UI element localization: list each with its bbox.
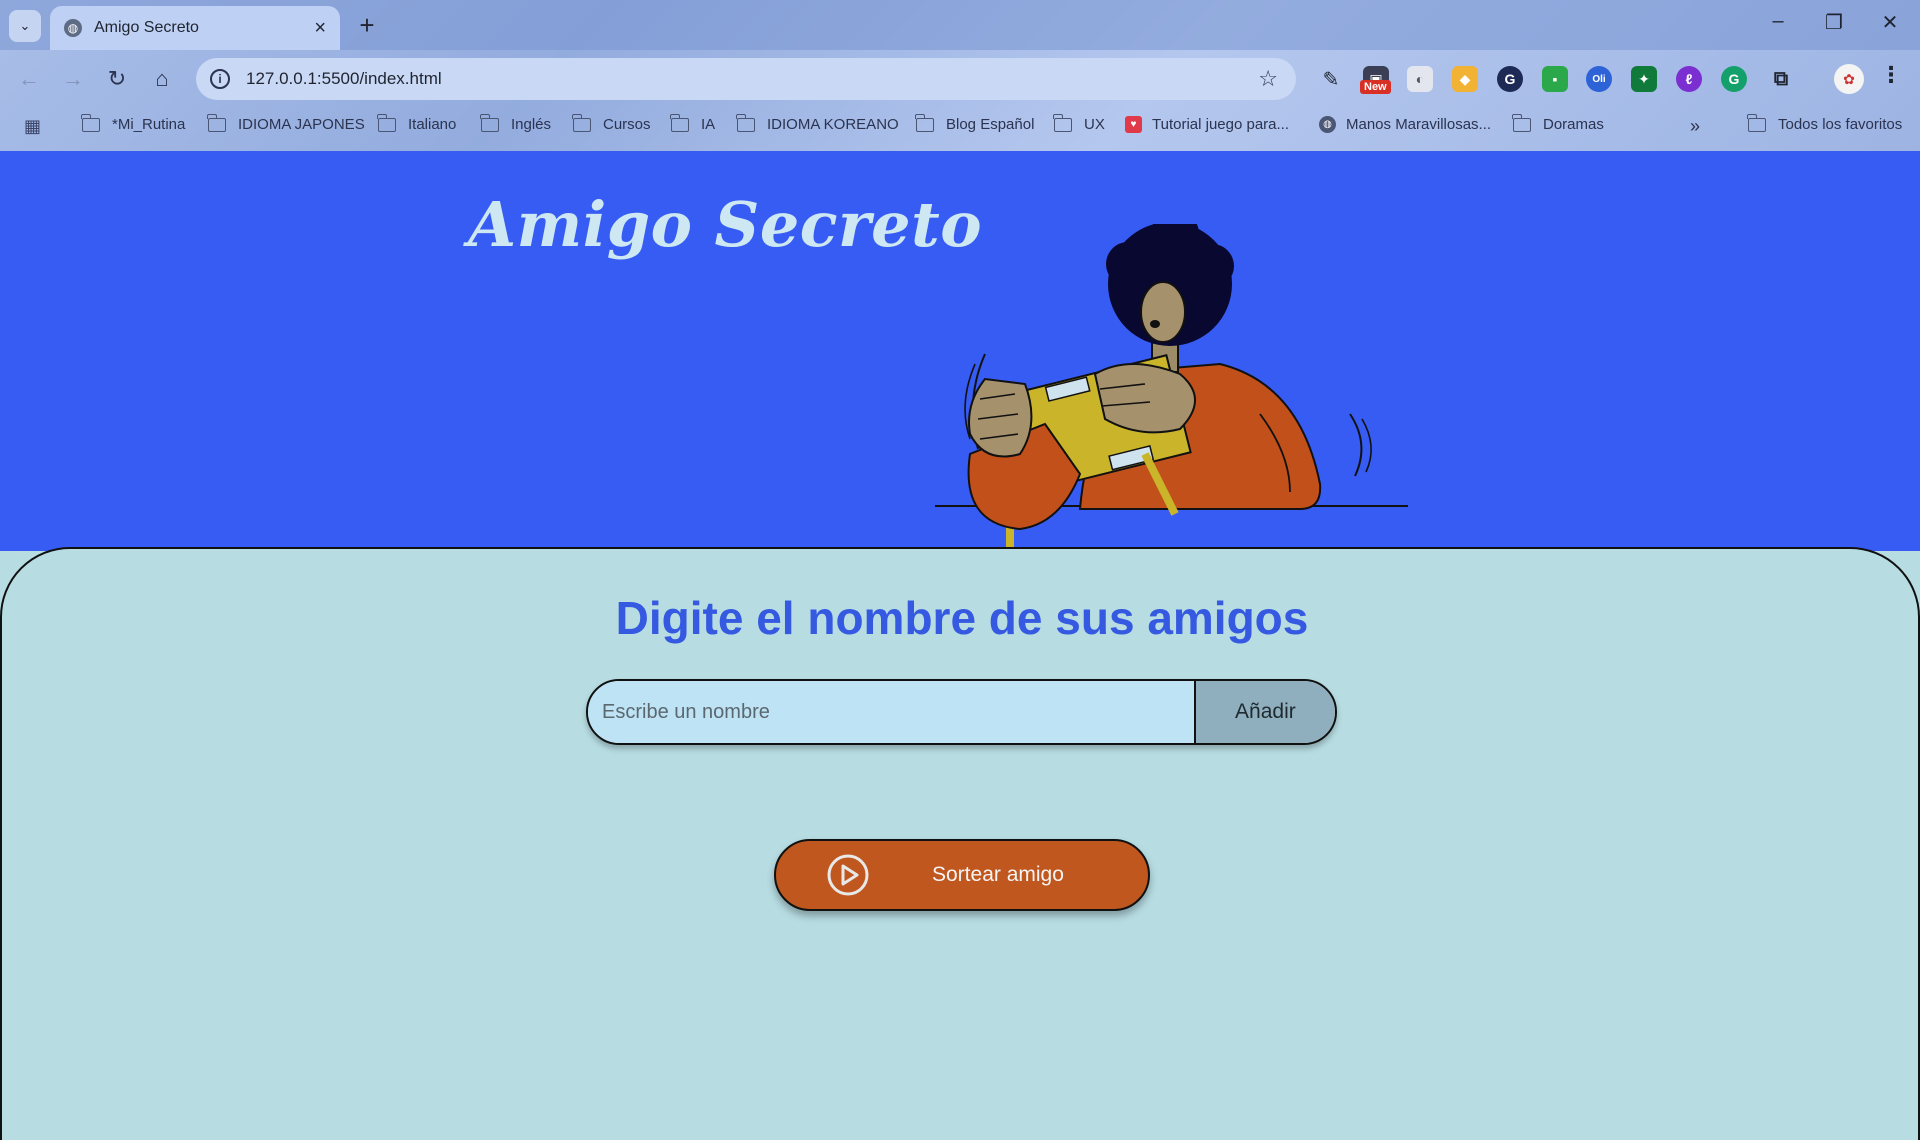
folder-icon [81, 113, 100, 132]
bookmarks-overflow-button[interactable]: » [1690, 116, 1700, 137]
bookmark-label: Italiano [408, 116, 457, 133]
folder-icon [670, 113, 689, 132]
add-friend-form: Añadir [586, 679, 1337, 745]
tab-search-button[interactable]: ⌄ [9, 10, 41, 42]
bookmark-item[interactable]: IDIOMA JAPONES [207, 113, 365, 133]
bookmark-item[interactable]: ◍ Manos Maravillosas... [1319, 116, 1491, 133]
globe-icon: ◍ [64, 19, 82, 37]
bookmark-label: UX [1084, 116, 1105, 133]
bookmark-item[interactable]: IA [670, 113, 716, 133]
apps-grid-icon[interactable]: ▦ [24, 116, 41, 137]
bookmark-item[interactable]: Blog Español [915, 113, 1035, 133]
extension-icon[interactable]: ✦ [1631, 66, 1657, 92]
minimize-button[interactable]: – [1758, 10, 1798, 33]
bookmark-label: Cursos [603, 116, 651, 133]
bookmark-label: IDIOMA JAPONES [238, 116, 365, 133]
add-button[interactable]: Añadir [1195, 681, 1335, 743]
extension-icon[interactable]: Oli [1586, 66, 1612, 92]
folder-icon [1053, 113, 1072, 132]
extension-icon[interactable]: ◐ [1407, 66, 1433, 92]
bookmark-item[interactable]: Inglés [480, 113, 552, 133]
profile-avatar[interactable]: ✿ [1834, 64, 1864, 94]
extension-icon[interactable]: ▪ [1542, 66, 1568, 92]
menu-kebab-icon[interactable]: ⋮ [1880, 62, 1902, 88]
extension-icon[interactable]: ℓ [1676, 66, 1702, 92]
bookmark-item[interactable]: Cursos [572, 113, 651, 133]
close-tab-icon[interactable]: × [314, 17, 326, 40]
bookmark-item[interactable]: Doramas [1512, 113, 1604, 133]
bookmark-item[interactable]: UX [1053, 113, 1105, 133]
bookmark-item[interactable]: *Mi_Rutina [81, 113, 186, 133]
folder-icon [207, 113, 226, 132]
bookmark-item[interactable]: IDIOMA KOREANO [736, 113, 899, 133]
new-tab-button[interactable]: + [352, 10, 382, 40]
heart-site-icon: ♥ [1125, 116, 1142, 133]
bookmark-item[interactable]: ♥ Tutorial juego para... [1125, 116, 1289, 133]
restore-button[interactable]: ❐ [1814, 10, 1854, 35]
extension-icon[interactable]: ◆ [1452, 66, 1478, 92]
toolbar: ← → ↻ ⌂ i 127.0.0.1:5500/index.html ☆ ✎ … [0, 50, 1920, 108]
folder-icon [572, 113, 591, 132]
folder-icon [1512, 113, 1531, 132]
draw-friend-button[interactable]: Sortear amigo [774, 839, 1150, 911]
bookmark-item[interactable]: Italiano [377, 113, 457, 133]
forward-button[interactable]: → [58, 64, 88, 94]
page-title: Amigo Secreto [468, 188, 983, 261]
bookmark-label: IDIOMA KOREANO [767, 116, 899, 133]
bookmark-label: Inglés [511, 116, 552, 133]
friends-section: Digite el nombre de sus amigos Añadir So… [0, 547, 1920, 1140]
folder-icon [736, 113, 755, 132]
reload-button[interactable]: ↻ [102, 64, 132, 94]
folder-icon [1747, 113, 1766, 132]
globe-icon: ◍ [1319, 116, 1336, 133]
bookmark-label: Blog Español [946, 116, 1035, 133]
bookmark-label: Todos los favoritos [1778, 116, 1903, 133]
extension-icon[interactable]: G [1497, 66, 1523, 92]
url-text: 127.0.0.1:5500/index.html [246, 69, 442, 88]
friend-name-input[interactable] [588, 681, 1196, 743]
bookmark-star-icon[interactable]: ☆ [1258, 66, 1278, 92]
bookmark-label: Manos Maravillosas... [1346, 116, 1492, 133]
eyedropper-icon[interactable]: ✎ [1318, 66, 1344, 92]
person-with-gift-illustration [935, 224, 1408, 549]
bookmark-label: *Mi_Rutina [112, 116, 186, 133]
tab-active[interactable]: ◍ Amigo Secreto × [50, 6, 340, 50]
close-window-button[interactable]: ✕ [1870, 10, 1910, 35]
folder-icon [915, 113, 934, 132]
bookmark-label: IA [701, 116, 716, 133]
bookmark-label: Tutorial juego para... [1152, 116, 1290, 133]
folder-icon [377, 113, 396, 132]
bookmark-label: Doramas [1543, 116, 1604, 133]
section-title: Digite el nombre de sus amigos [615, 592, 1309, 644]
home-button[interactable]: ⌂ [147, 64, 177, 94]
grammarly-icon[interactable]: G [1721, 66, 1747, 92]
new-badge: New [1360, 80, 1391, 94]
extensions-puzzle-icon[interactable]: ⧉ [1768, 66, 1794, 92]
play-circle-icon [827, 854, 869, 896]
site-info-icon[interactable]: i [210, 69, 230, 89]
tab-title: Amigo Secreto [94, 19, 199, 36]
address-bar[interactable]: i 127.0.0.1:5500/index.html ☆ [196, 58, 1296, 100]
draw-button-label: Sortear amigo [932, 863, 1064, 886]
browser-chrome: ⌄ ◍ Amigo Secreto × + – ❐ ✕ ← → ↻ ⌂ i 12… [0, 0, 1920, 151]
folder-icon [480, 113, 499, 132]
all-bookmarks-folder[interactable]: Todos los favoritos [1747, 113, 1903, 133]
back-button[interactable]: ← [14, 64, 44, 94]
